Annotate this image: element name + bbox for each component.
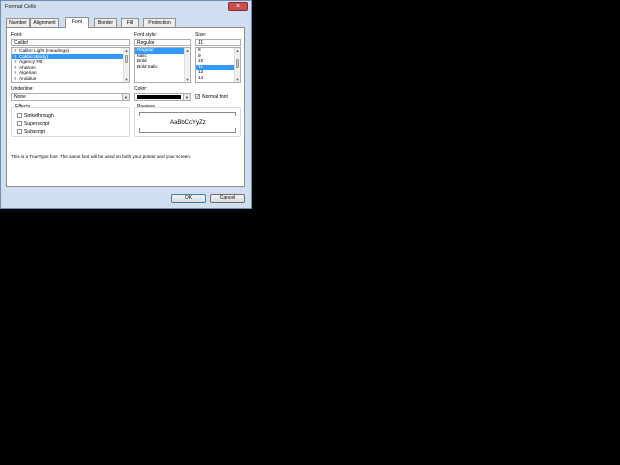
font-label: Font: [11,32,23,38]
font-tab-panel: Font: Calibri Ŧ Calibri Light (Headings) … [6,27,245,187]
format-cells-dialog: Format Cells × Number Alignment Font Bor… [0,0,252,209]
font-info-text: This is a TrueType font. The same font w… [11,154,192,159]
list-item[interactable]: Ŧ Andalus [12,76,129,82]
preview-frame-right-top [235,112,236,116]
window-title: Format Cells [5,4,37,10]
size-list-scrollbar[interactable]: ▲ ▼ [234,48,240,82]
chevron-down-icon[interactable]: ▼ [122,94,129,100]
superscript-label: Superscript [24,121,50,127]
normal-font-checkbox[interactable]: ✓ [195,94,200,100]
font-style-label: Font style: [134,32,158,38]
scroll-down-icon[interactable]: ▼ [235,77,240,82]
preview-frame-bottom [139,132,236,133]
font-name-input[interactable]: Calibri [11,39,130,46]
size-list[interactable]: 8 9 10 11 12 14 ▲ ▼ [195,47,241,83]
tab-fill[interactable]: Fill [121,18,139,27]
close-icon: × [235,3,241,10]
preview-frame-left-top [139,112,140,116]
scroll-thumb[interactable] [236,59,239,68]
chevron-down-icon[interactable]: ▼ [183,94,190,100]
title-bar[interactable]: Format Cells × [1,1,251,15]
scroll-up-icon[interactable]: ▲ [235,48,240,53]
tab-font[interactable]: Font [65,17,89,28]
font-style-scrollbar[interactable]: ▲ ▼ [184,48,190,82]
list-item[interactable]: Bold Italic [135,65,190,71]
font-style-input[interactable]: Regular [134,39,191,46]
color-select[interactable]: ▼ [134,93,191,101]
strikethrough-label: Strikethrough [24,113,54,119]
preview-frame-top [139,112,236,113]
underline-select[interactable]: None ▼ [11,93,130,101]
scroll-up-icon[interactable]: ▲ [185,48,190,53]
scroll-up-icon[interactable]: ▲ [124,48,129,53]
underline-label: Underline: [11,86,34,92]
size-input[interactable]: 11 [195,39,241,46]
close-button[interactable]: × [228,2,248,11]
normal-font-label: Normal font [202,94,228,100]
font-style-list[interactable]: Regular Italic Bold Bold Italic ▲ ▼ [134,47,191,83]
scroll-down-icon[interactable]: ▼ [185,77,190,82]
preview-frame-left-bottom [139,128,140,133]
tab-border[interactable]: Border [94,18,117,27]
scroll-down-icon[interactable]: ▼ [124,77,129,82]
tab-number[interactable]: Number [6,18,30,27]
color-label: Color: [134,86,148,92]
tab-alignment[interactable]: Alignment [30,18,59,27]
ok-button[interactable]: OK [171,194,206,203]
preview-sample-text: AaBbCcYyZz [170,120,206,126]
cancel-button[interactable]: Cancel [210,194,245,203]
size-label: Size: [195,32,207,38]
color-swatch [137,95,181,99]
strikethrough-checkbox[interactable] [17,113,22,118]
superscript-checkbox[interactable] [17,121,22,126]
font-list[interactable]: Ŧ Calibri Light (Headings) Ŧ Calibri (Body… [11,47,130,83]
scroll-thumb[interactable] [125,55,128,63]
subscript-label: Subscript [24,129,45,135]
preview-frame-right-bottom [235,128,236,133]
subscript-checkbox[interactable] [17,129,22,134]
font-list-scrollbar[interactable]: ▲ ▼ [123,48,129,82]
tab-protection[interactable]: Protection [143,18,176,27]
